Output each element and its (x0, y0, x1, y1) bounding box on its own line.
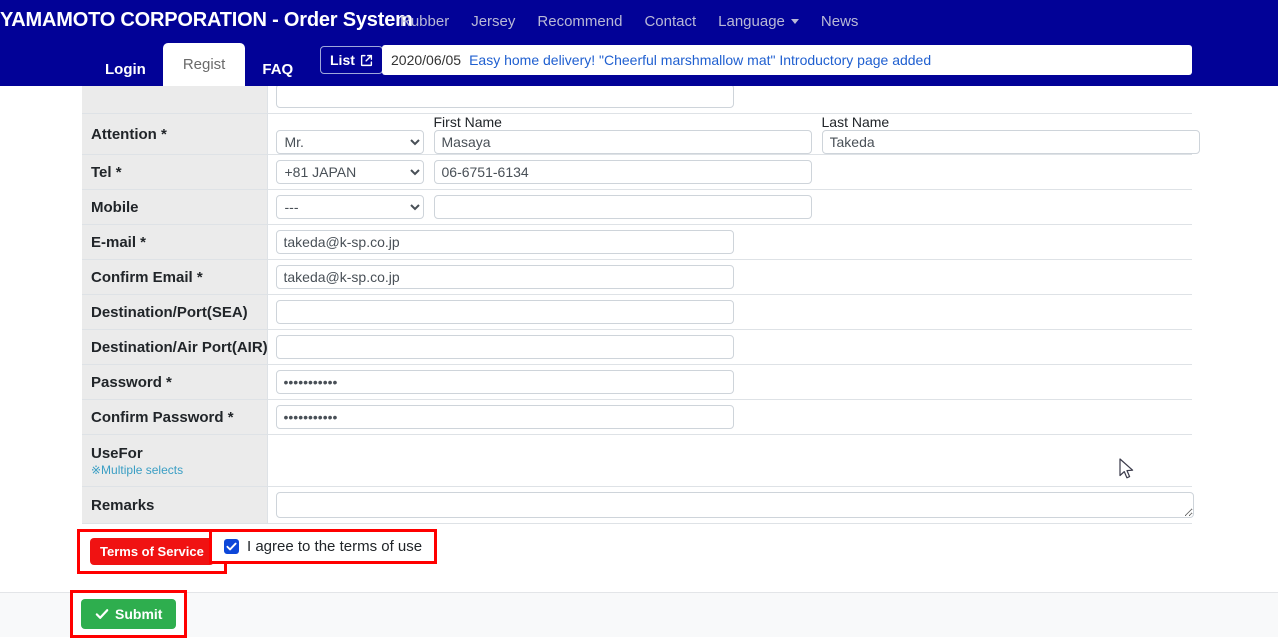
label-confirm-email: Confirm Email * (82, 259, 268, 295)
label-tel: Tel * (82, 154, 268, 190)
table-row-attention: Attention * x Mr. First Name Last Name (82, 113, 1200, 155)
cell-password (267, 364, 1192, 400)
confirm-password-input[interactable] (275, 405, 734, 429)
terms-of-service-button[interactable]: Terms of Service (90, 538, 214, 565)
table-row-usefor: UseFor ※Multiple selects (82, 434, 1192, 487)
title-select[interactable]: Mr. (275, 130, 424, 154)
agree-label: I agree to the terms of use (247, 538, 423, 555)
terms-highlight-box: Terms of Service (77, 529, 227, 574)
cell-dest-sea (267, 294, 1192, 330)
password-input[interactable] (275, 370, 734, 394)
label-mobile: Mobile (82, 189, 268, 225)
cell-attention: x Mr. First Name Last Name (267, 113, 1200, 155)
registration-form-table: Attention * x Mr. First Name Last Name (82, 78, 1200, 524)
cell-email (267, 224, 1192, 260)
remarks-textarea[interactable] (275, 492, 1194, 518)
usefor-note: ※Multiple selects (91, 462, 184, 477)
label-dest-sea: Destination/Port(SEA) (82, 294, 268, 330)
submit-button[interactable]: Submit (81, 599, 177, 629)
table-row-confirm-password: Confirm Password * (82, 399, 1192, 435)
table-row-dest-air: Destination/Air Port(AIR) (82, 329, 1192, 365)
cell-dest-air (267, 329, 1192, 365)
hidden-top-input[interactable] (275, 84, 734, 108)
tab-faq[interactable]: FAQ (245, 53, 310, 86)
tel-number-input[interactable] (433, 160, 812, 184)
label-usefor: UseFor (91, 444, 143, 462)
table-row-mobile: Mobile --- (82, 189, 1192, 225)
mobile-country-select[interactable]: --- (275, 195, 424, 219)
auth-tabs: Login Regist FAQ (88, 43, 310, 86)
main-nav: Rubber Jersey Recommend Contact Language… (400, 13, 858, 30)
list-button[interactable]: List (320, 46, 383, 74)
label-usefor-cell: UseFor ※Multiple selects (82, 434, 268, 487)
cell-tel: +81 JAPAN (267, 154, 1192, 190)
label-password: Password * (82, 364, 268, 400)
nav-link-contact[interactable]: Contact (644, 13, 696, 30)
news-ticker: 2020/06/05 Easy home delivery! "Cheerful… (382, 45, 1192, 75)
tab-login[interactable]: Login (88, 53, 163, 86)
nav-link-recommend[interactable]: Recommend (537, 13, 622, 30)
email-input[interactable] (275, 230, 734, 254)
external-link-icon (360, 54, 372, 66)
nav-link-language[interactable]: Language (718, 13, 799, 30)
first-name-header: First Name (433, 114, 502, 130)
label-confirm-password: Confirm Password * (82, 399, 268, 435)
news-headline-link[interactable]: Easy home delivery! "Cheerful marshmallo… (469, 52, 931, 68)
table-row-password: Password * (82, 364, 1192, 400)
news-date: 2020/06/05 (391, 52, 462, 68)
nav-link-jersey[interactable]: Jersey (471, 13, 515, 30)
table-row-remarks: Remarks (82, 486, 1194, 524)
cell-remarks (267, 486, 1194, 524)
agree-highlight-box: I agree to the terms of use (209, 529, 438, 564)
first-name-input[interactable] (433, 130, 812, 154)
brand-title: YAMAMOTO CORPORATION - Order System (0, 9, 413, 31)
dest-sea-input[interactable] (275, 300, 734, 324)
label-dest-air: Destination/Air Port(AIR) (82, 329, 268, 365)
submit-button-label: Submit (115, 606, 163, 622)
table-row-confirm-email: Confirm Email * (82, 259, 1192, 295)
label-email: E-mail * (82, 224, 268, 260)
list-button-label: List (330, 52, 355, 68)
tel-country-select[interactable]: +81 JAPAN (275, 160, 424, 184)
mobile-number-input[interactable] (433, 195, 812, 219)
label-remarks: Remarks (82, 486, 268, 524)
top-navbar: YAMAMOTO CORPORATION - Order System Rubb… (0, 0, 1278, 86)
footer-band (0, 592, 1278, 637)
label-attention: Attention * (82, 113, 268, 155)
confirm-email-input[interactable] (275, 265, 734, 289)
check-icon (226, 542, 237, 551)
tab-regist[interactable]: Regist (162, 43, 246, 86)
dest-air-input[interactable] (275, 335, 734, 359)
submit-highlight-box: Submit (70, 590, 188, 638)
checkmark-icon (95, 609, 109, 619)
cell-confirm-password (267, 399, 1192, 435)
table-row-dest-sea: Destination/Port(SEA) (82, 294, 1192, 330)
nav-link-rubber[interactable]: Rubber (400, 13, 449, 30)
cell-mobile: --- (267, 189, 1192, 225)
table-row-tel: Tel * +81 JAPAN (82, 154, 1192, 190)
cell-confirm-email (267, 259, 1192, 295)
cell-usefor[interactable] (267, 434, 1192, 487)
nav-link-news[interactable]: News (821, 13, 859, 30)
last-name-header: Last Name (821, 114, 890, 130)
agree-checkbox[interactable] (224, 539, 239, 554)
last-name-input[interactable] (821, 130, 1200, 154)
table-row-email: E-mail * (82, 224, 1192, 260)
